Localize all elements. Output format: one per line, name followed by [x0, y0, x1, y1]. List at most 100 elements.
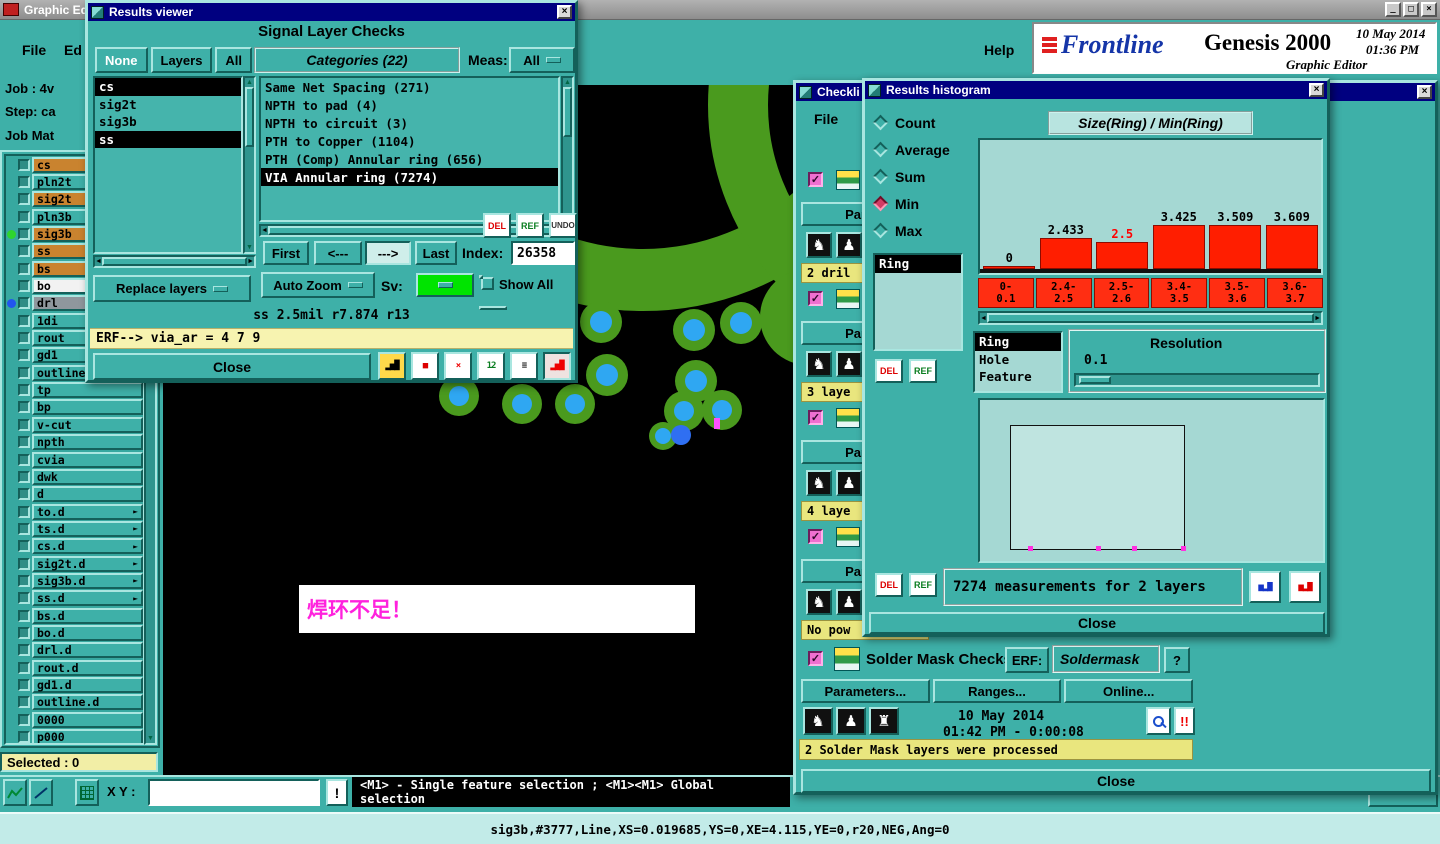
layer-checkbox[interactable]: [18, 540, 30, 553]
layer-button[interactable]: ss.d ►: [32, 590, 143, 607]
layer-checkbox[interactable]: [18, 453, 30, 466]
sv-color-dropdown[interactable]: [416, 273, 474, 297]
scroll-left-icon[interactable]: ◄: [261, 226, 268, 235]
viewer-layer-item[interactable]: cs: [95, 78, 241, 96]
layer-button[interactable]: rout.d►: [32, 659, 143, 676]
viewer-close-button[interactable]: Close: [93, 353, 371, 380]
layer-checkbox[interactable]: [18, 626, 30, 639]
category-item[interactable]: PTH to Copper (1104): [261, 132, 558, 150]
layer-button[interactable]: bo.d►: [32, 624, 143, 641]
next-button[interactable]: --->: [365, 241, 411, 265]
checklist-menu-file[interactable]: File: [814, 111, 838, 127]
layer-row[interactable]: cs.d ►: [6, 538, 143, 555]
layer-checkbox[interactable]: [18, 262, 30, 275]
radio-diamond-icon[interactable]: [872, 195, 889, 212]
layer-button[interactable]: sig2t.d ►: [32, 555, 143, 572]
review-icon[interactable]: ♟: [836, 707, 866, 735]
layer-button[interactable]: cvia►: [32, 451, 143, 468]
layer-button[interactable]: v-cut►: [32, 416, 143, 433]
layer-checkbox[interactable]: [18, 678, 30, 691]
section-checkbox[interactable]: ✓: [808, 410, 823, 425]
viewer-layer-item[interactable]: ss: [95, 130, 241, 148]
action-icon[interactable]: ♟: [836, 470, 862, 496]
layer-row[interactable]: rout.d►: [6, 659, 143, 676]
category-item[interactable]: NPTH to circuit (3): [261, 114, 558, 132]
action-icon[interactable]: ♞: [806, 232, 832, 258]
category-item[interactable]: VIA Annular ring (7274): [261, 168, 558, 186]
layer-row[interactable]: cvia►: [6, 451, 143, 468]
viewer-del-button[interactable]: DEL: [483, 213, 511, 238]
layer-button[interactable]: dwk►: [32, 468, 143, 485]
category-item[interactable]: Same Net Spacing (271): [261, 78, 558, 96]
layer-checkbox[interactable]: [18, 731, 30, 743]
slider-handle[interactable]: [1079, 376, 1111, 384]
histogram-close-button[interactable]: Close: [869, 612, 1325, 634]
layer-checkbox[interactable]: [18, 314, 30, 327]
checklist-close-button[interactable]: Close: [801, 769, 1431, 793]
category-vscroll[interactable]: ▲ ▼: [561, 76, 574, 222]
layer-checkbox[interactable]: [18, 557, 30, 570]
action-icon[interactable]: ♟: [836, 232, 862, 258]
prev-button[interactable]: <---: [314, 241, 362, 265]
export-histogram-button[interactable]: ▅▂▇: [1249, 571, 1281, 603]
feature-type-item[interactable]: Ring: [975, 333, 1061, 351]
radio-diamond-icon[interactable]: [872, 222, 889, 239]
feature-type-item[interactable]: Feature: [975, 368, 1061, 386]
statistic-option[interactable]: Max: [872, 217, 950, 244]
viewer-tool-icon[interactable]: ≡: [510, 352, 538, 380]
layer-button[interactable]: cs.d ►: [32, 538, 143, 555]
help-button[interactable]: ?: [1164, 647, 1190, 673]
erf-value[interactable]: Soldermask: [1060, 651, 1139, 667]
layer-checkbox[interactable]: [18, 522, 30, 535]
scroll-thumb[interactable]: [986, 313, 1315, 323]
layer-checkbox[interactable]: [18, 297, 30, 310]
resolution-slider[interactable]: [1074, 373, 1320, 387]
xy-input[interactable]: [148, 779, 320, 806]
scroll-thumb[interactable]: [101, 257, 248, 266]
viewer-tool-icon[interactable]: 12: [477, 352, 505, 380]
menu-file[interactable]: File: [22, 42, 46, 58]
viewer-titlebar[interactable]: Results viewer ×: [88, 3, 575, 21]
layer-checkbox[interactable]: [18, 384, 30, 397]
viewer-layer-item[interactable]: sig2t: [95, 96, 241, 114]
category-item[interactable]: PTH (Comp) Annular ring (656): [261, 150, 558, 168]
error-indicator-button[interactable]: !!: [1174, 707, 1195, 735]
layer-checkbox[interactable]: [18, 713, 30, 726]
layer-button[interactable]: d►: [32, 486, 143, 503]
menu-help[interactable]: Help: [984, 42, 1014, 58]
layer-checkbox[interactable]: [18, 661, 30, 674]
radio-diamond-icon[interactable]: [872, 114, 889, 131]
scroll-right-icon[interactable]: ►: [247, 257, 254, 266]
layer-button[interactable]: npth►: [32, 434, 143, 451]
layer-checkbox[interactable]: [18, 470, 30, 483]
histogram-ref-button[interactable]: REF: [909, 573, 937, 597]
filter-button[interactable]: Layers: [150, 47, 213, 73]
index-input[interactable]: 26358: [511, 241, 575, 265]
last-button[interactable]: Last: [415, 241, 457, 265]
scroll-left-icon[interactable]: ◄: [95, 257, 102, 266]
viewer-tool-icon[interactable]: ▂▅█: [543, 352, 571, 380]
viewer-close-icon[interactable]: ×: [557, 5, 572, 19]
measure-item[interactable]: Ring: [875, 255, 961, 273]
layer-checkbox[interactable]: [18, 592, 30, 605]
layer-row[interactable]: dwk►: [6, 468, 143, 485]
scroll-down-icon[interactable]: ▼: [147, 734, 154, 743]
layer-row[interactable]: p000►: [6, 728, 143, 743]
graph-tool-button[interactable]: [3, 779, 27, 806]
scroll-thumb[interactable]: [245, 87, 254, 147]
layer-row[interactable]: v-cut►: [6, 416, 143, 433]
menu-edit[interactable]: Ed: [64, 42, 82, 58]
meas-dropdown[interactable]: All: [509, 47, 575, 73]
histogram-hscrollbar[interactable]: ◄ ►: [978, 311, 1323, 325]
soldermask-action-button[interactable]: Parameters...: [801, 679, 930, 703]
layer-row[interactable]: bs.d►: [6, 607, 143, 624]
report-icon[interactable]: ♜: [869, 707, 899, 735]
section-checkbox[interactable]: ✓: [808, 529, 823, 544]
layer-checkbox[interactable]: [18, 332, 30, 345]
replace-layers-dropdown[interactable]: Replace layers: [93, 275, 251, 302]
viewer-layer-item[interactable]: sig3b: [95, 113, 241, 131]
layer-button[interactable]: drl.d►: [32, 642, 143, 659]
layer-row[interactable]: bp►: [6, 399, 143, 416]
statistic-option[interactable]: Min: [872, 190, 950, 217]
auto-zoom-dropdown[interactable]: Auto Zoom: [261, 272, 375, 298]
